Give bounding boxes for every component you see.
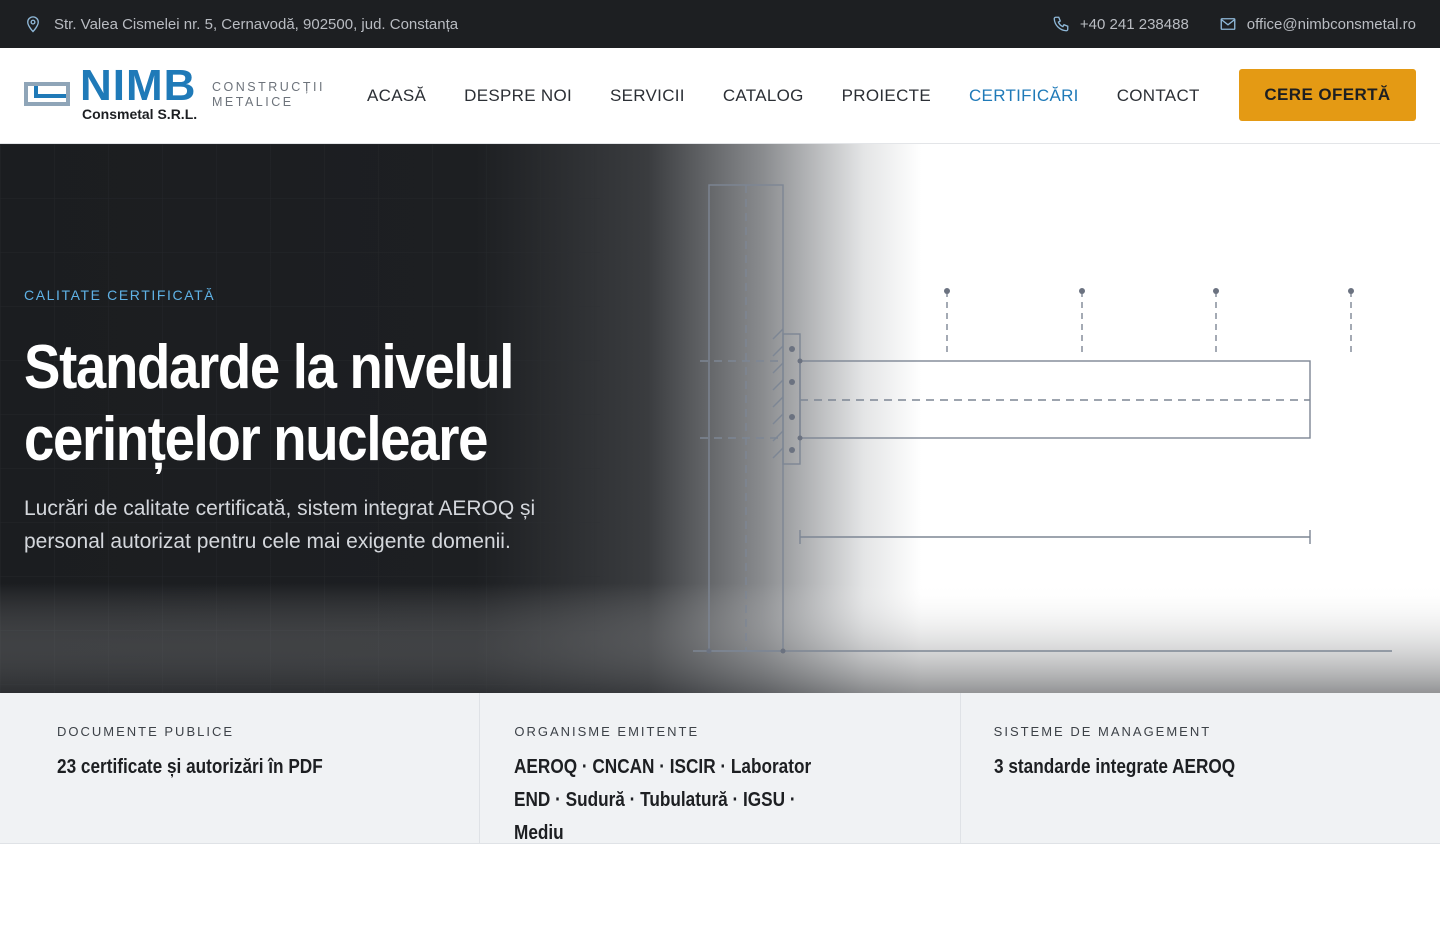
nav-item-catalog[interactable]: CATALOG [723, 86, 804, 106]
hero-title: Standarde la nivelul cerințelor nucleare [24, 333, 514, 474]
nav-item-proiecte[interactable]: PROIECTE [842, 86, 931, 106]
phone-text: +40 241 238488 [1079, 15, 1189, 33]
logo-tagline-line-1: CONSTRUCȚII [212, 80, 325, 94]
logo-company: Consmetal S.R.L. [82, 106, 198, 122]
info-card-management: SISTEME DE MANAGEMENT 3 standarde integr… [961, 693, 1440, 843]
hero: CALITATE CERTIFICATĂ Standarde la nivelu… [0, 144, 1440, 693]
info-card-label: ORGANISME EMITENTE [514, 724, 700, 739]
hero-eyebrow: CALITATE CERTIFICATĂ [24, 287, 216, 303]
nav-item-certificari[interactable]: CERTIFICĂRI [969, 86, 1079, 106]
nav-item-servicii[interactable]: SERVICII [610, 86, 685, 106]
main-nav: ACASĂ DESPRE NOI SERVICII CATALOG PROIEC… [367, 48, 1238, 144]
top-bar: Str. Valea Cismelei nr. 5, Cernavodă, 90… [0, 0, 1440, 48]
info-card-value: AEROQ · CNCAN · ISCIR · Laborator END · … [514, 756, 812, 844]
phone-icon [1053, 16, 1069, 32]
phone-link[interactable]: +40 241 238488 [1052, 15, 1189, 33]
email-link[interactable]: office@nimbconsmetal.ro [1219, 15, 1416, 33]
info-strip: DOCUMENTE PUBLICE 23 certificate și auto… [0, 693, 1440, 844]
info-card-value: 23 certificate și autorizări în PDF [57, 756, 323, 778]
address: Str. Valea Cismelei nr. 5, Cernavodă, 90… [24, 0, 458, 48]
email-text: office@nimbconsmetal.ro [1246, 15, 1416, 33]
address-text: Str. Valea Cismelei nr. 5, Cernavodă, 90… [54, 15, 459, 33]
nav-item-despre-noi[interactable]: DESPRE NOI [464, 86, 572, 106]
logo-mark-icon [24, 82, 70, 106]
info-card-documents: DOCUMENTE PUBLICE 23 certificate și auto… [0, 693, 481, 843]
info-card-value: 3 standarde integrate AEROQ [993, 756, 1235, 778]
logo-tagline: CONSTRUCȚII METALICE [212, 80, 325, 110]
info-card-issuers: ORGANISME EMITENTE AEROQ · CNCAN · ISCIR… [480, 693, 961, 844]
hero-lead: Lucrări de calitate certificată, sistem … [24, 497, 536, 553]
map-pin-icon [27, 16, 39, 33]
site-header: NIMB Consmetal S.R.L. CONSTRUCȚII METALI… [0, 48, 1440, 144]
logo[interactable]: NIMB Consmetal S.R.L. CONSTRUCȚII METALI… [24, 61, 325, 126]
request-quote-button[interactable]: CERE OFERTĂ [1239, 69, 1416, 121]
logo-wordmark: NIMB [80, 61, 197, 110]
info-card-label: DOCUMENTE PUBLICE [57, 724, 235, 739]
nav-item-acasa[interactable]: ACASĂ [367, 86, 426, 106]
mail-icon [1220, 18, 1236, 30]
info-card-label: SISTEME DE MANAGEMENT [993, 724, 1212, 739]
logo-tagline-line-2: METALICE [212, 95, 294, 109]
nav-item-contact[interactable]: CONTACT [1117, 86, 1200, 106]
